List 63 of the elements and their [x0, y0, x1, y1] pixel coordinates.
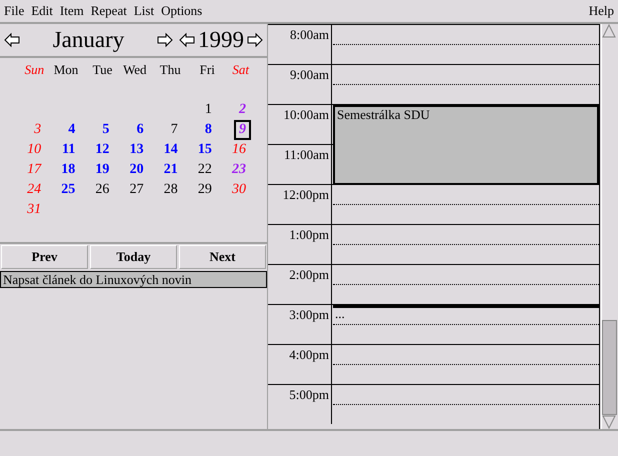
- nav-button[interactable]: Today: [90, 245, 177, 269]
- menu-item[interactable]: Repeat: [90, 1, 127, 21]
- menu-item[interactable]: List: [134, 1, 154, 21]
- scroll-up-icon[interactable]: [602, 24, 616, 38]
- calendar-day[interactable]: 22: [192, 160, 217, 180]
- calendar-day[interactable]: 8: [200, 120, 217, 140]
- weekday-label: Tue: [92, 61, 112, 80]
- calendar-day[interactable]: 1: [200, 100, 217, 120]
- calendar-day[interactable]: 18: [56, 160, 80, 180]
- next-month-icon[interactable]: [157, 32, 173, 48]
- calendar-day[interactable]: 6: [132, 120, 149, 140]
- menu-item[interactable]: Help: [588, 1, 614, 21]
- time-label: 1:00pm: [289, 226, 329, 244]
- scroll-thumb[interactable]: [602, 320, 617, 415]
- notice-item[interactable]: Napsat článek do Linuxových novin: [0, 271, 267, 288]
- time-label: 5:00pm: [289, 386, 329, 404]
- month-title: January: [52, 26, 126, 54]
- calendar-day[interactable]: 29: [192, 180, 217, 200]
- calendar-day[interactable]: 25: [56, 180, 80, 200]
- weekday-label: Thu: [160, 61, 181, 80]
- nav-button[interactable]: Next: [179, 245, 266, 269]
- time-label: 3:00pm: [289, 306, 329, 324]
- weekday-label: Sat: [232, 61, 249, 80]
- time-label: 2:00pm: [289, 266, 329, 284]
- calendar-day[interactable]: 21: [158, 160, 183, 180]
- next-year-icon[interactable]: [247, 32, 263, 48]
- calendar-day[interactable]: 19: [90, 160, 114, 180]
- calendar-day[interactable]: 5: [97, 120, 114, 140]
- nav-button[interactable]: Prev: [1, 245, 88, 269]
- appointment-editor[interactable]: ...: [333, 305, 599, 323]
- scrollbar[interactable]: [601, 24, 617, 429]
- calendar-day[interactable]: 20: [124, 160, 149, 180]
- calendar-day[interactable]: 9: [234, 120, 251, 140]
- appointment[interactable]: Semestrálka SDU: [333, 105, 599, 185]
- time-label: 4:00pm: [289, 346, 329, 364]
- time-label: 11:00am: [284, 146, 329, 164]
- calendar-day[interactable]: 2: [234, 100, 251, 120]
- previous-year-icon[interactable]: [179, 32, 195, 48]
- calendar-day[interactable]: 4: [63, 120, 80, 140]
- calendar-day[interactable]: 28: [158, 180, 183, 200]
- weekday-label: Fri: [200, 61, 215, 80]
- time-label: 10:00am: [284, 106, 329, 124]
- calendar-day[interactable]: 7: [166, 120, 183, 140]
- weekday-label: Wed: [123, 61, 147, 80]
- calendar-day[interactable]: 15: [192, 140, 217, 160]
- menu-item[interactable]: File: [4, 1, 24, 21]
- calendar-day[interactable]: 12: [90, 140, 114, 160]
- time-label: 9:00am: [290, 66, 329, 84]
- menu-item[interactable]: Edit: [31, 1, 53, 21]
- time-label: 12:00pm: [282, 186, 329, 204]
- previous-month-icon[interactable]: [4, 32, 20, 48]
- calendar-day[interactable]: 27: [124, 180, 149, 200]
- year-title: 1999: [197, 26, 245, 54]
- weekday-label: Mon: [54, 61, 78, 80]
- menu-item[interactable]: Options: [161, 1, 202, 21]
- calendar-day[interactable]: 14: [158, 140, 183, 160]
- calendar-day[interactable]: 26: [90, 180, 114, 200]
- menu-item[interactable]: Item: [60, 1, 84, 21]
- weekday-label: Sun: [24, 61, 44, 80]
- calendar-day[interactable]: 11: [57, 140, 80, 160]
- calendar-day[interactable]: 13: [124, 140, 149, 160]
- time-label: 8:00am: [290, 26, 329, 44]
- calendar-day[interactable]: 23: [226, 160, 251, 180]
